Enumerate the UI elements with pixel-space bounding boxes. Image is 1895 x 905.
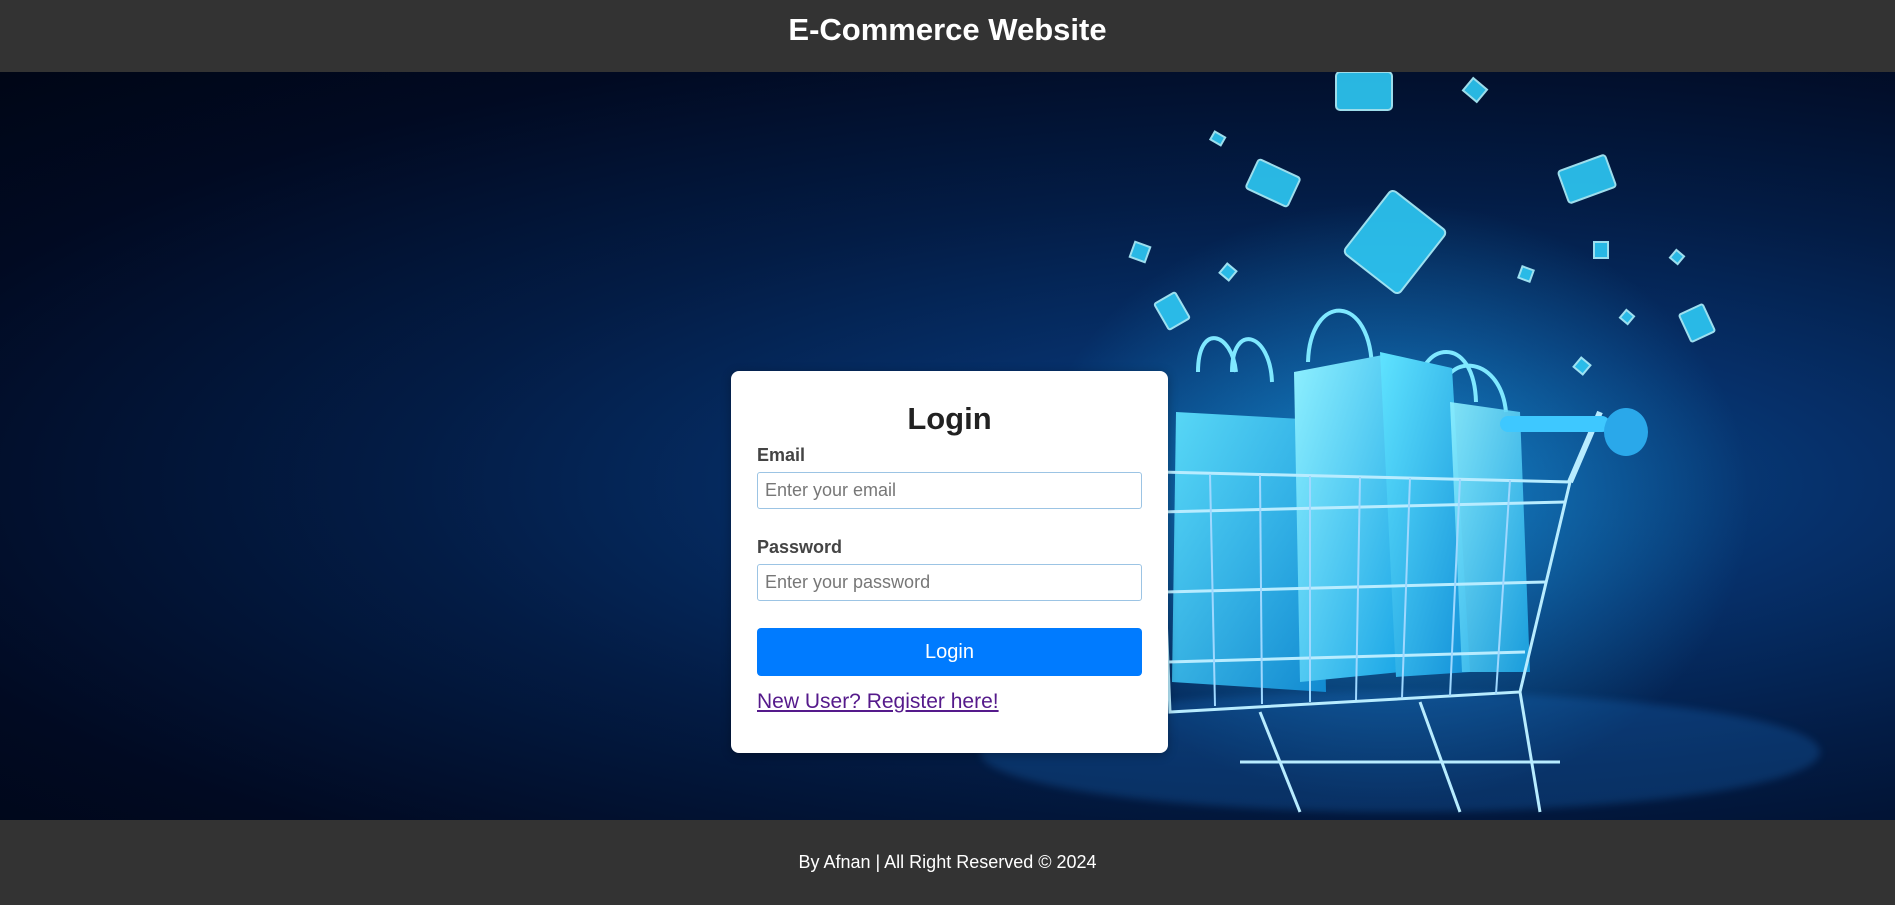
hero-background: Login Email Password Login New User? Reg…	[0, 72, 1895, 820]
email-input[interactable]	[757, 472, 1142, 509]
site-header: E-Commerce Website	[0, 0, 1895, 72]
login-title: Login	[907, 401, 992, 436]
site-footer: By Afnan | All Right Reserved © 2024	[0, 820, 1895, 905]
register-link[interactable]: New User? Register here!	[757, 690, 999, 714]
login-card: Login Email Password Login New User? Reg…	[731, 371, 1168, 753]
site-title: E-Commerce Website	[788, 12, 1107, 47]
password-label: Password	[757, 537, 843, 557]
login-button[interactable]: Login	[757, 628, 1142, 676]
email-label: Email	[757, 445, 806, 465]
password-input[interactable]	[757, 564, 1142, 601]
footer-text: By Afnan | All Right Reserved © 2024	[798, 852, 1097, 872]
